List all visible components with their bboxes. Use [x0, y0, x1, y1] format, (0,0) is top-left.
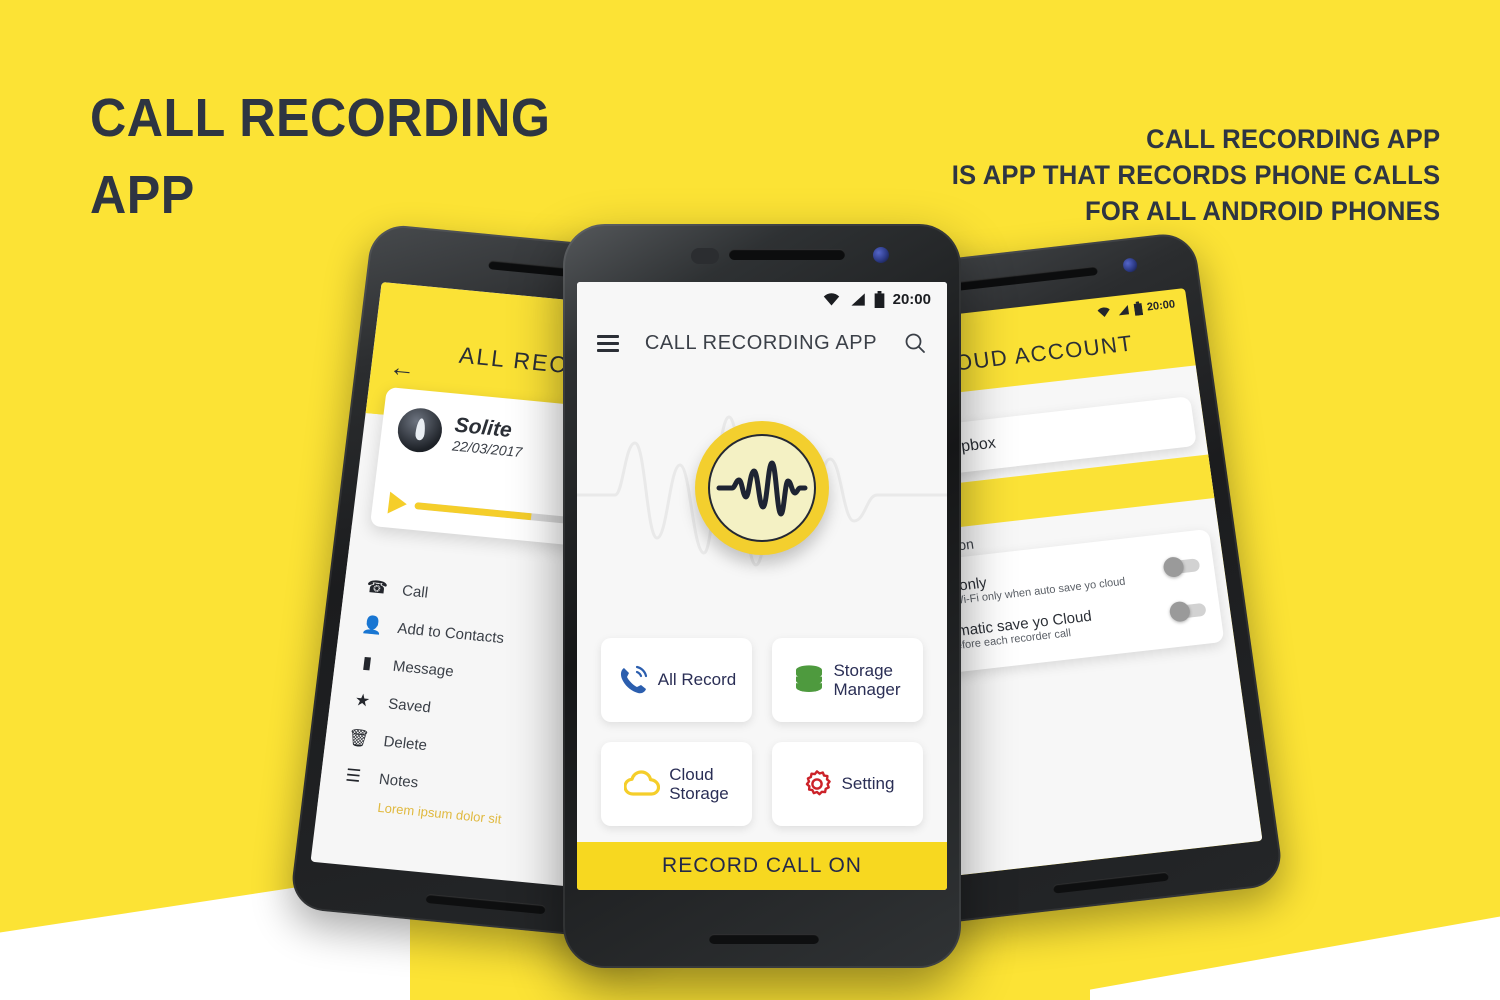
waveform-logo-icon: [716, 460, 808, 517]
message-icon: ▮: [361, 652, 373, 673]
phone-icon: ☎: [365, 576, 389, 598]
trash-icon: 🗑: [346, 727, 371, 749]
earpiece-speaker: [955, 265, 1099, 291]
front-camera-icon: [873, 247, 889, 263]
tile-label: Cloud Storage: [669, 764, 729, 803]
wifi-only-toggle[interactable]: [1164, 558, 1201, 575]
app-logo: [695, 420, 829, 555]
tagline-line-1: CALL RECORDING APP: [1145, 124, 1440, 154]
tagline-line-3: FOR ALL ANDROID PHONES: [1084, 195, 1440, 226]
app-bar: CALL RECORDING APP: [577, 316, 947, 370]
wifi-icon: [823, 292, 839, 305]
notes-icon: ☰: [344, 765, 363, 786]
tile-setting[interactable]: Setting: [772, 742, 923, 826]
tile-cloud-storage[interactable]: Cloud Storage: [601, 742, 752, 826]
menu-item-label: Saved: [387, 694, 432, 716]
earpiece-speaker: [729, 249, 845, 260]
battery-icon: [1133, 301, 1144, 316]
right-status-time: 20:00: [1146, 298, 1176, 314]
app-title: CALL RECORDING APP: [644, 331, 878, 354]
hero-area: [577, 370, 947, 638]
center-phone-screen: 20:00 CALL RECORDING APP All Record Stor…: [577, 282, 947, 890]
signal-icon: [851, 292, 865, 306]
home-bar: [425, 893, 546, 915]
tile-storage-manager[interactable]: Storage Manager: [772, 638, 923, 722]
menu-item-label: Message: [391, 657, 455, 680]
auto-save-toggle[interactable]: [1171, 602, 1207, 620]
search-icon[interactable]: [903, 331, 927, 355]
avatar: [395, 406, 445, 455]
add-person-icon: 👤: [360, 614, 385, 636]
menu-item-label: Add to Contacts: [396, 619, 505, 647]
home-bar: [709, 934, 819, 944]
tile-label: Setting: [841, 774, 895, 794]
center-status-time: 20:00: [892, 290, 931, 308]
right-status-bar: 20:00: [1095, 297, 1176, 320]
phone-mockup-center: 20:00 CALL RECORDING APP All Record Stor…: [563, 224, 961, 968]
menu-item-label: Call: [401, 581, 430, 602]
feature-grid: All Record Storage Manager Cloud Storage…: [577, 638, 947, 842]
front-camera-icon: [1122, 257, 1139, 273]
home-bar: [1052, 871, 1170, 894]
signal-icon: [1118, 305, 1129, 316]
menu-item-label: Delete: [382, 732, 428, 754]
cloud-icon: [624, 770, 661, 796]
battery-icon: [874, 290, 884, 308]
record-call-button[interactable]: RECORD CALL ON: [577, 842, 947, 890]
center-status-bar: 20:00: [577, 282, 947, 316]
page-title: CALL RECORDING APP: [90, 88, 551, 225]
poster-canvas: CALL RECORDING APP CALL RECORDING APP IS…: [0, 0, 1500, 1000]
wifi-icon: [1097, 307, 1110, 318]
database-icon: [796, 665, 823, 692]
tagline-line-2: IS APP THAT RECORDS PHONE CALLS: [951, 159, 1440, 190]
menu-item-label: Notes: [378, 770, 420, 792]
phone-call-icon: [620, 665, 647, 694]
gear-icon: [805, 770, 831, 796]
tile-label: All Record: [657, 670, 737, 690]
play-icon[interactable]: [387, 491, 409, 516]
hamburger-menu-icon[interactable]: [597, 331, 619, 356]
tagline: CALL RECORDING APP IS APP THAT RECORDS P…: [951, 122, 1440, 230]
tile-all-record[interactable]: All Record: [601, 638, 752, 722]
star-icon: ★: [353, 690, 372, 711]
tile-label: Storage Manager: [833, 660, 901, 699]
progress-fill: [414, 501, 532, 520]
proximity-sensor: [691, 248, 719, 264]
